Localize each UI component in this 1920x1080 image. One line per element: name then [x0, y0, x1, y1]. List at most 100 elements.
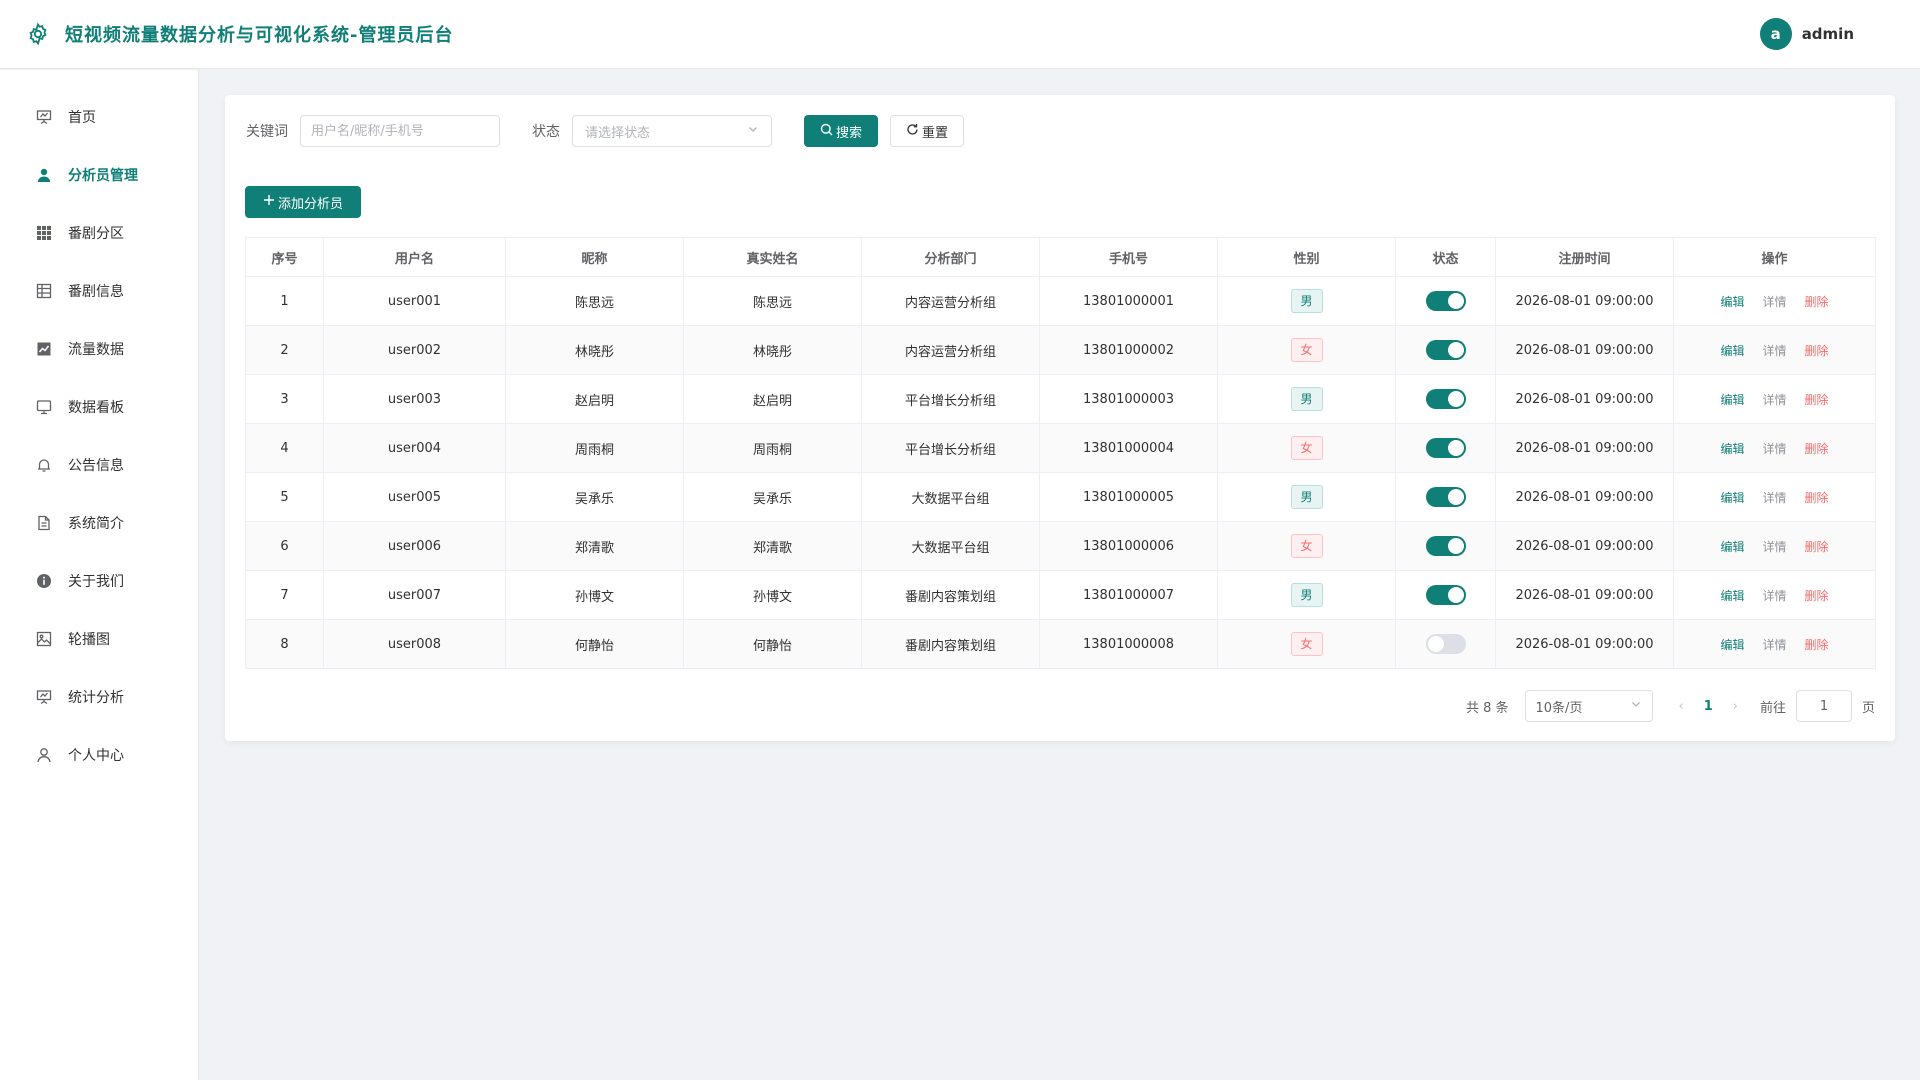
edit-link[interactable]: 编辑 — [1720, 589, 1744, 603]
sidebar-item-dashboard[interactable]: 数据看板 — [0, 378, 198, 436]
detail-link[interactable]: 详情 — [1762, 491, 1786, 505]
sidebar-item-about[interactable]: 关于我们 — [0, 552, 198, 610]
detail-link[interactable]: 详情 — [1762, 589, 1786, 603]
keyword-label: 关键词 — [246, 124, 288, 140]
edit-link[interactable]: 编辑 — [1720, 540, 1744, 554]
cell-realname: 何静怡 — [683, 619, 862, 669]
avatar[interactable]: a — [1759, 18, 1792, 50]
sidebar-item-home[interactable]: 首页 — [0, 88, 198, 146]
cell-actions: 编辑 详情 删除 — [1673, 374, 1876, 424]
cell-department: 内容运营分析组 — [861, 325, 1040, 375]
cell-nickname: 赵启明 — [505, 374, 684, 424]
delete-link[interactable]: 删除 — [1805, 295, 1829, 309]
detail-link[interactable]: 详情 — [1762, 540, 1786, 554]
cell-realname: 陈思远 — [683, 276, 862, 326]
column-header: 真实姓名 — [683, 237, 862, 277]
delete-link[interactable]: 删除 — [1805, 491, 1829, 505]
gender-tag: 男 — [1290, 387, 1323, 411]
sidebar-item-statistics[interactable]: 统计分析 — [0, 668, 198, 726]
grid-icon — [35, 224, 53, 242]
sidebar-item-label: 番剧信息 — [68, 284, 124, 300]
pagination: 共 8 条 10条/页 ‹ 1 › 前往 页 — [1466, 690, 1875, 722]
prev-page-icon[interactable]: ‹ — [1679, 699, 1684, 714]
status-toggle[interactable] — [1425, 438, 1466, 458]
cell-username: user002 — [323, 325, 506, 375]
sidebar-item-anime-info[interactable]: 番剧信息 — [0, 262, 198, 320]
column-header: 状态 — [1395, 237, 1496, 277]
edit-link[interactable]: 编辑 — [1720, 344, 1744, 358]
table-row: 2 user002 林晓彤 林晓彤 内容运营分析组 13801000002 女 2026-08… — [245, 325, 1876, 375]
sidebar-item-intro[interactable]: 系统简介 — [0, 494, 198, 552]
delete-link[interactable]: 删除 — [1805, 589, 1829, 603]
cell-gender: 女 — [1217, 619, 1396, 669]
bell-icon — [35, 456, 53, 474]
user-menu[interactable]: a admin — [1759, 18, 1854, 50]
total-count: 共 8 条 — [1465, 700, 1509, 716]
toggle-knob — [1447, 440, 1464, 456]
cell-actions: 编辑 详情 删除 — [1673, 619, 1876, 669]
edit-link[interactable]: 编辑 — [1720, 295, 1744, 309]
cell-index: 3 — [245, 374, 324, 424]
cell-username: user005 — [323, 472, 506, 522]
status-select[interactable]: 请选择状态 — [572, 115, 772, 147]
delete-link[interactable]: 删除 — [1805, 393, 1829, 407]
next-page-icon[interactable]: › — [1733, 699, 1738, 714]
delete-link[interactable]: 删除 — [1805, 442, 1829, 456]
reset-button[interactable]: 重置 — [890, 115, 964, 147]
column-header: 注册时间 — [1495, 237, 1674, 277]
status-toggle[interactable] — [1425, 487, 1466, 507]
column-header: 序号 — [245, 237, 324, 277]
cell-username: user003 — [323, 374, 506, 424]
cell-register-time: 2026-08-01 09:00:00 — [1495, 276, 1674, 326]
top-header: 短视频流量数据分析与可视化系统-管理员后台 a admin — [0, 0, 1920, 69]
gender-tag: 男 — [1290, 289, 1323, 313]
keyword-input[interactable] — [300, 115, 500, 147]
cell-department: 内容运营分析组 — [861, 276, 1040, 326]
sidebar-item-carousel[interactable]: 轮播图 — [0, 610, 198, 668]
cell-realname: 周雨桐 — [683, 423, 862, 473]
delete-link[interactable]: 删除 — [1805, 638, 1829, 652]
status-toggle[interactable] — [1425, 389, 1466, 409]
detail-link[interactable]: 详情 — [1762, 393, 1786, 407]
user-icon — [35, 166, 53, 184]
sidebar-item-profile[interactable]: 个人中心 — [0, 726, 198, 784]
edit-link[interactable]: 编辑 — [1720, 638, 1744, 652]
toggle-knob — [1447, 489, 1464, 505]
sidebar-item-traffic[interactable]: 流量数据 — [0, 320, 198, 378]
sidebar-item-notice[interactable]: 公告信息 — [0, 436, 198, 494]
sidebar-item-label: 个人中心 — [68, 748, 124, 764]
sidebar-item-analyst-management[interactable]: 分析员管理 — [0, 146, 198, 204]
cell-actions: 编辑 详情 删除 — [1673, 423, 1876, 473]
detail-link[interactable]: 详情 — [1762, 442, 1786, 456]
cell-status — [1395, 374, 1496, 424]
status-toggle[interactable] — [1425, 585, 1466, 605]
page-number-current[interactable]: 1 — [1704, 699, 1713, 714]
add-analyst-button[interactable]: 添加分析员 — [245, 186, 361, 218]
sidebar-item-label: 番剧分区 — [68, 226, 124, 242]
username[interactable]: admin — [1802, 25, 1854, 43]
table-row: 8 user008 何静怡 何静怡 番剧内容策划组 13801000008 女 2026-08… — [245, 619, 1876, 669]
status-toggle[interactable] — [1425, 536, 1466, 556]
status-toggle[interactable] — [1425, 634, 1466, 654]
sidebar-item-category[interactable]: 番剧分区 — [0, 204, 198, 262]
cell-register-time: 2026-08-01 09:00:00 — [1495, 423, 1674, 473]
edit-link[interactable]: 编辑 — [1720, 491, 1744, 505]
edit-link[interactable]: 编辑 — [1720, 393, 1744, 407]
goto-page-input[interactable] — [1795, 690, 1852, 722]
status-toggle[interactable] — [1425, 291, 1466, 311]
detail-link[interactable]: 详情 — [1762, 344, 1786, 358]
status-toggle[interactable] — [1425, 340, 1466, 360]
detail-link[interactable]: 详情 — [1762, 638, 1786, 652]
page-size-select[interactable]: 10条/页 — [1524, 690, 1653, 722]
edit-link[interactable]: 编辑 — [1720, 442, 1744, 456]
detail-link[interactable]: 详情 — [1762, 295, 1786, 309]
column-header: 昵称 — [505, 237, 684, 277]
delete-link[interactable]: 删除 — [1805, 540, 1829, 554]
cell-register-time: 2026-08-01 09:00:00 — [1495, 374, 1674, 424]
delete-link[interactable]: 删除 — [1805, 344, 1829, 358]
cell-realname: 赵启明 — [683, 374, 862, 424]
sidebar-item-label: 数据看板 — [68, 400, 124, 416]
cell-realname: 郑清歌 — [683, 521, 862, 571]
search-button[interactable]: 搜索 — [804, 115, 878, 147]
cell-index: 6 — [245, 521, 324, 571]
